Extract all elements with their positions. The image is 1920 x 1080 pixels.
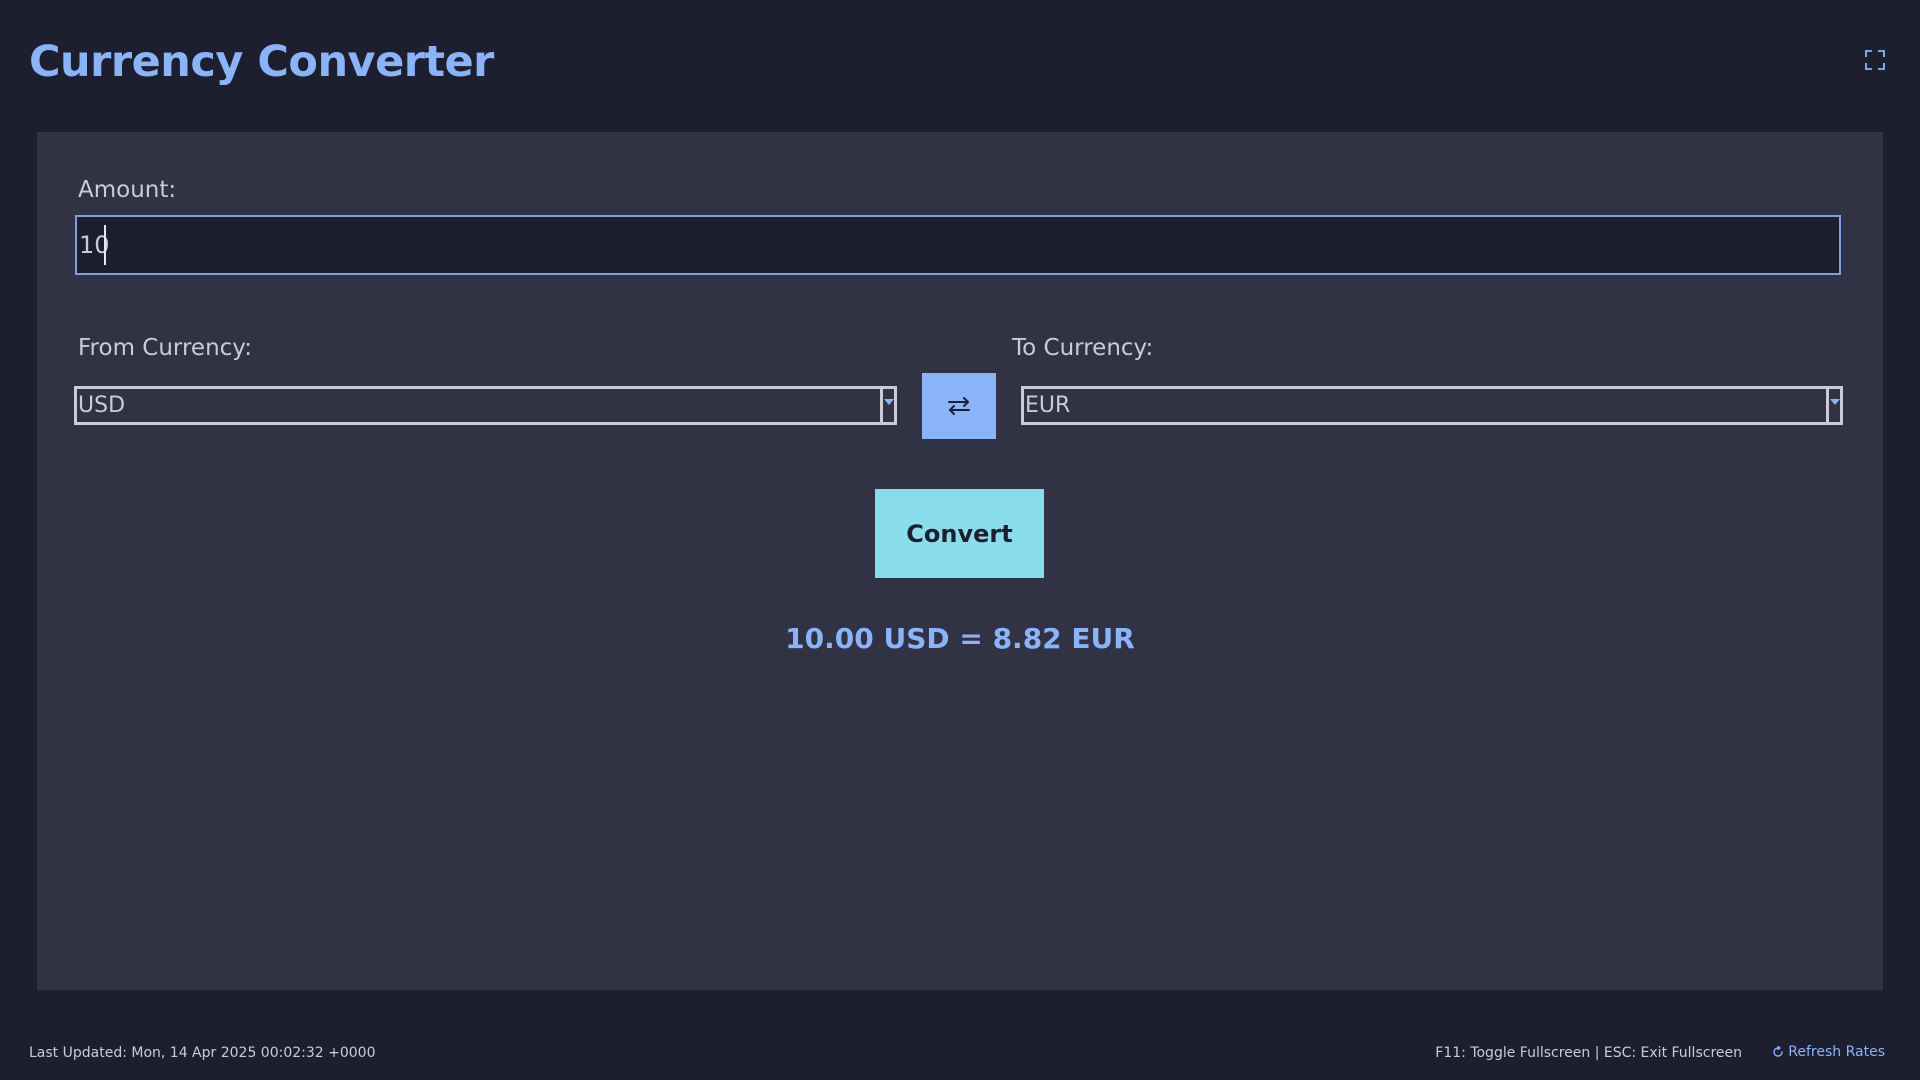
- from-currency-value: USD: [78, 393, 126, 418]
- app-title: Currency Converter: [29, 37, 494, 87]
- conversion-result: 10.00 USD = 8.82 EUR: [785, 622, 1135, 655]
- from-currency-select[interactable]: USD: [74, 386, 897, 425]
- amount-input[interactable]: [75, 215, 1841, 275]
- chevron-down-icon[interactable]: [880, 389, 894, 422]
- chevron-down-icon[interactable]: [1826, 389, 1840, 422]
- keyboard-shortcuts-hint: F11: Toggle Fullscreen | ESC: Exit Fulls…: [1435, 1045, 1742, 1061]
- convert-button[interactable]: Convert: [875, 489, 1044, 578]
- amount-label: Amount:: [78, 177, 177, 203]
- from-currency-label: From Currency:: [78, 335, 252, 361]
- converter-panel: Amount: From Currency: USD To Currency: …: [37, 132, 1883, 990]
- refresh-rates-button[interactable]: Refresh Rates: [1772, 1043, 1885, 1061]
- to-currency-label: To Currency:: [1012, 335, 1154, 361]
- fullscreen-icon: [1864, 49, 1886, 71]
- swap-arrows-icon: [946, 395, 972, 417]
- fullscreen-button[interactable]: [1864, 49, 1886, 71]
- last-updated-text: Last Updated: Mon, 14 Apr 2025 00:02:32 …: [29, 1045, 376, 1061]
- to-currency-value: EUR: [1025, 393, 1071, 418]
- refresh-rates-label: Refresh Rates: [1788, 1044, 1885, 1060]
- swap-currencies-button[interactable]: [922, 373, 996, 439]
- app-window: Currency Converter Amount: From Currency…: [0, 0, 1920, 1080]
- text-caret: [104, 225, 106, 265]
- to-currency-select[interactable]: EUR: [1021, 386, 1843, 425]
- refresh-icon: [1772, 1046, 1784, 1058]
